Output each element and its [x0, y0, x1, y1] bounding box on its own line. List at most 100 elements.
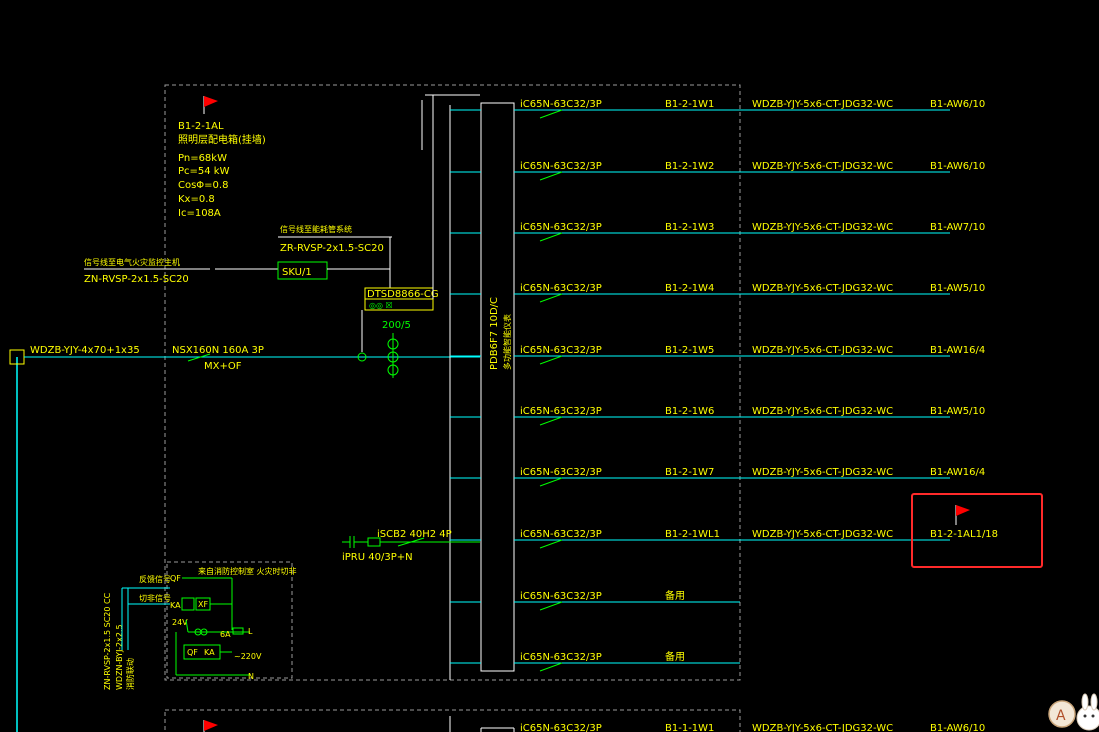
next-cable: WDZB-YJY-5x6-CT-JDG32-WC [752, 723, 893, 732]
ct-symbol-icon [387, 333, 399, 378]
circuit-breaker: iC65N-63C32/3P [520, 222, 602, 233]
control-circuit: ZN-RVSP-2x1.5 SC20 CC WDZN-BYJ-2x2.5 消防联… [103, 566, 297, 690]
control-label-feedback: 反馈信号 [139, 574, 171, 584]
control-220v: ~220V [234, 652, 262, 661]
spd-surge: iPRU 40/3P+N [342, 552, 413, 563]
control-ka2: KA [204, 648, 215, 657]
circuit-dest: B1-2-1AL1/18 [930, 529, 998, 540]
circuit-dest: B1-AW16/4 [930, 467, 985, 478]
next-panel-frame [164, 709, 741, 732]
busbar[interactable] [480, 102, 515, 672]
schematic-svg: B1-2-1AL 照明层配电箱(挂墙) Pn=68kW Pc=54 kW Cos… [9, 84, 1099, 732]
circuit-cable: WDZB-YJY-5x6-CT-JDG32-WC [752, 467, 893, 478]
control-n: N [248, 672, 254, 681]
param-ic: Ic=108A [178, 208, 221, 219]
control-6a: 6A [220, 630, 231, 639]
circuit-row[interactable]: iC65N-63C32/3P B1-2-1W2 WDZB-YJY-5x6-CT-… [450, 161, 985, 181]
circuit-dest: B1-AW6/10 [930, 99, 985, 110]
control-24v: 24V [172, 618, 188, 627]
circuit-cable: WDZB-YJY-5x6-CT-JDG32-WC [752, 283, 893, 294]
circuit-breaker: iC65N-63C32/3P [520, 99, 602, 110]
circuit-breaker: iC65N-63C32/3P [520, 283, 602, 294]
circuit-id: B1-2-1W5 [665, 345, 714, 356]
fire-monitor-cable: ZN-RVSP-2x1.5-SC20 [84, 274, 189, 285]
circuit-id: B1-2-1W1 [665, 99, 714, 110]
control-note: 来自消防控制室 火灾时切非 [198, 566, 297, 576]
panel-params: Pn=68kW Pc=54 kW CosΦ=0.8 Kx=0.8 Ic=108A [178, 153, 230, 219]
control-qf: QF [187, 648, 198, 657]
circuit-breaker: iC65N-63C32/3P [520, 345, 602, 356]
circuit-dest: B1-AW5/10 [930, 283, 985, 294]
control-label-cut: 切非信号 [139, 593, 171, 603]
circuit-cable: WDZB-YJY-5x6-CT-JDG32-WC [752, 406, 893, 417]
circuit-dest: B1-AW16/4 [930, 345, 985, 356]
assistant-bunny-icon[interactable] [1076, 693, 1099, 731]
circuit-row[interactable]: iC65N-63C32/3P B1-2-1WL1 WDZB-YJY-5x6-CT… [450, 529, 998, 549]
avatar-letter: A [1056, 708, 1066, 724]
next-id: B1-1-1W1 [665, 723, 714, 732]
circuit-row[interactable]: iC65N-63C32/3P 备用 [450, 650, 740, 672]
energy-meter-label: DTSD8866-CG [367, 289, 439, 300]
param-kx: Kx=0.8 [178, 194, 215, 205]
circuit-id: 备用 [665, 589, 685, 602]
next-panel-flag-icon [203, 720, 218, 732]
param-cos: CosΦ=0.8 [178, 180, 228, 191]
circuit-breaker: iC65N-63C32/3P [520, 529, 602, 540]
energy-meter-sub: ◎◎ ☒ [369, 301, 393, 310]
circuit-breaker: iC65N-63C32/3P [520, 406, 602, 417]
control-cable-a: ZN-RVSP-2x1.5 SC20 CC [103, 592, 112, 690]
circuit-id: B1-2-1W4 [665, 283, 714, 294]
param-pc: Pc=54 kW [178, 166, 230, 177]
next-breaker: iC65N-63C32/3P [520, 723, 602, 732]
circuit-row[interactable]: iC65N-63C32/3P B1-2-1W6 WDZB-YJY-5x6-CT-… [450, 406, 985, 426]
circuit-row[interactable]: iC65N-63C32/3P B1-2-1W7 WDZB-YJY-5x6-CT-… [450, 467, 985, 487]
circuit-cable: WDZB-YJY-5x6-CT-JDG32-WC [752, 222, 893, 233]
panel-frame [164, 84, 741, 681]
circuit-breaker: iC65N-63C32/3P [520, 467, 602, 478]
circuit-row[interactable]: iC65N-63C32/3P B1-2-1W4 WDZB-YJY-5x6-CT-… [450, 283, 985, 303]
panel-name: 照明层配电箱(挂墙) [178, 133, 266, 146]
circuit-breaker: iC65N-63C32/3P [520, 591, 602, 602]
control-title: 消防联动 [125, 658, 135, 690]
param-pn: Pn=68kW [178, 153, 227, 164]
circuit-breaker: iC65N-63C32/3P [520, 161, 602, 172]
control-xf: XF [198, 600, 208, 609]
incoming-breaker: NSX160N 160A 3P [172, 345, 264, 356]
fire-monitor-title: 信号线至电气火灾监控主机 [84, 257, 180, 267]
spd-breaker: iSCB2 40H2 4P [377, 529, 452, 540]
ct-ratio: 200/5 [382, 320, 411, 331]
cad-drawing-canvas[interactable]: B1-2-1AL 照明层配电箱(挂墙) Pn=68kW Pc=54 kW Cos… [0, 0, 1099, 732]
circuit-row[interactable]: iC65N-63C32/3P B1-2-1W5 WDZB-YJY-5x6-CT-… [450, 345, 985, 365]
circuit-row[interactable]: iC65N-63C32/3P B1-2-1W1 WDZB-YJY-5x6-CT-… [450, 99, 985, 119]
busbar-label: PDB6F7 10D/C [489, 297, 500, 370]
panel-id: B1-2-1AL [178, 121, 224, 132]
incoming-cable: WDZB-YJY-4x70+1x35 [30, 345, 140, 356]
circuit-id: B1-2-1W3 [665, 222, 714, 233]
next-dest: B1-AW6/10 [930, 723, 985, 732]
circuit-row[interactable]: iC65N-63C32/3P 备用 [450, 589, 740, 611]
circuit-cable: WDZB-YJY-5x6-CT-JDG32-WC [752, 99, 893, 110]
control-ka: KA [170, 601, 181, 610]
busbar-sub: 多功能智能仪表 [502, 314, 512, 370]
circuit-dest: B1-AW6/10 [930, 161, 985, 172]
assistant-avatar-icon[interactable]: A [1048, 700, 1076, 728]
circuit-dest: B1-AW7/10 [930, 222, 985, 233]
circuit-breaker: iC65N-63C32/3P [520, 652, 602, 663]
circuit-id: B1-2-1W2 [665, 161, 714, 172]
energy-monitor-title: 信号线至能耗管系统 [280, 224, 352, 234]
circuit-id: B1-2-1W7 [665, 467, 714, 478]
circuit-id: 备用 [665, 650, 685, 663]
circuit-cable: WDZB-YJY-5x6-CT-JDG32-WC [752, 161, 893, 172]
circuit-id: B1-2-1WL1 [665, 529, 720, 540]
panel-flag-icon [203, 96, 218, 114]
incoming-breaker-sub: MX+OF [204, 361, 242, 372]
circuit-cable: WDZB-YJY-5x6-CT-JDG32-WC [752, 345, 893, 356]
circuit-id: B1-2-1W6 [665, 406, 714, 417]
circuit-cable: WDZB-YJY-5x6-CT-JDG32-WC [752, 529, 893, 540]
control-qf-top: QF [170, 574, 181, 583]
subpanel-flag-icon [955, 505, 970, 525]
sku-module-label: SKU/1 [282, 267, 312, 278]
control-l: L [248, 627, 253, 636]
energy-monitor-cable: ZR-RVSP-2x1.5-SC20 [280, 243, 384, 254]
circuit-row[interactable]: iC65N-63C32/3P B1-2-1W3 WDZB-YJY-5x6-CT-… [450, 222, 985, 242]
